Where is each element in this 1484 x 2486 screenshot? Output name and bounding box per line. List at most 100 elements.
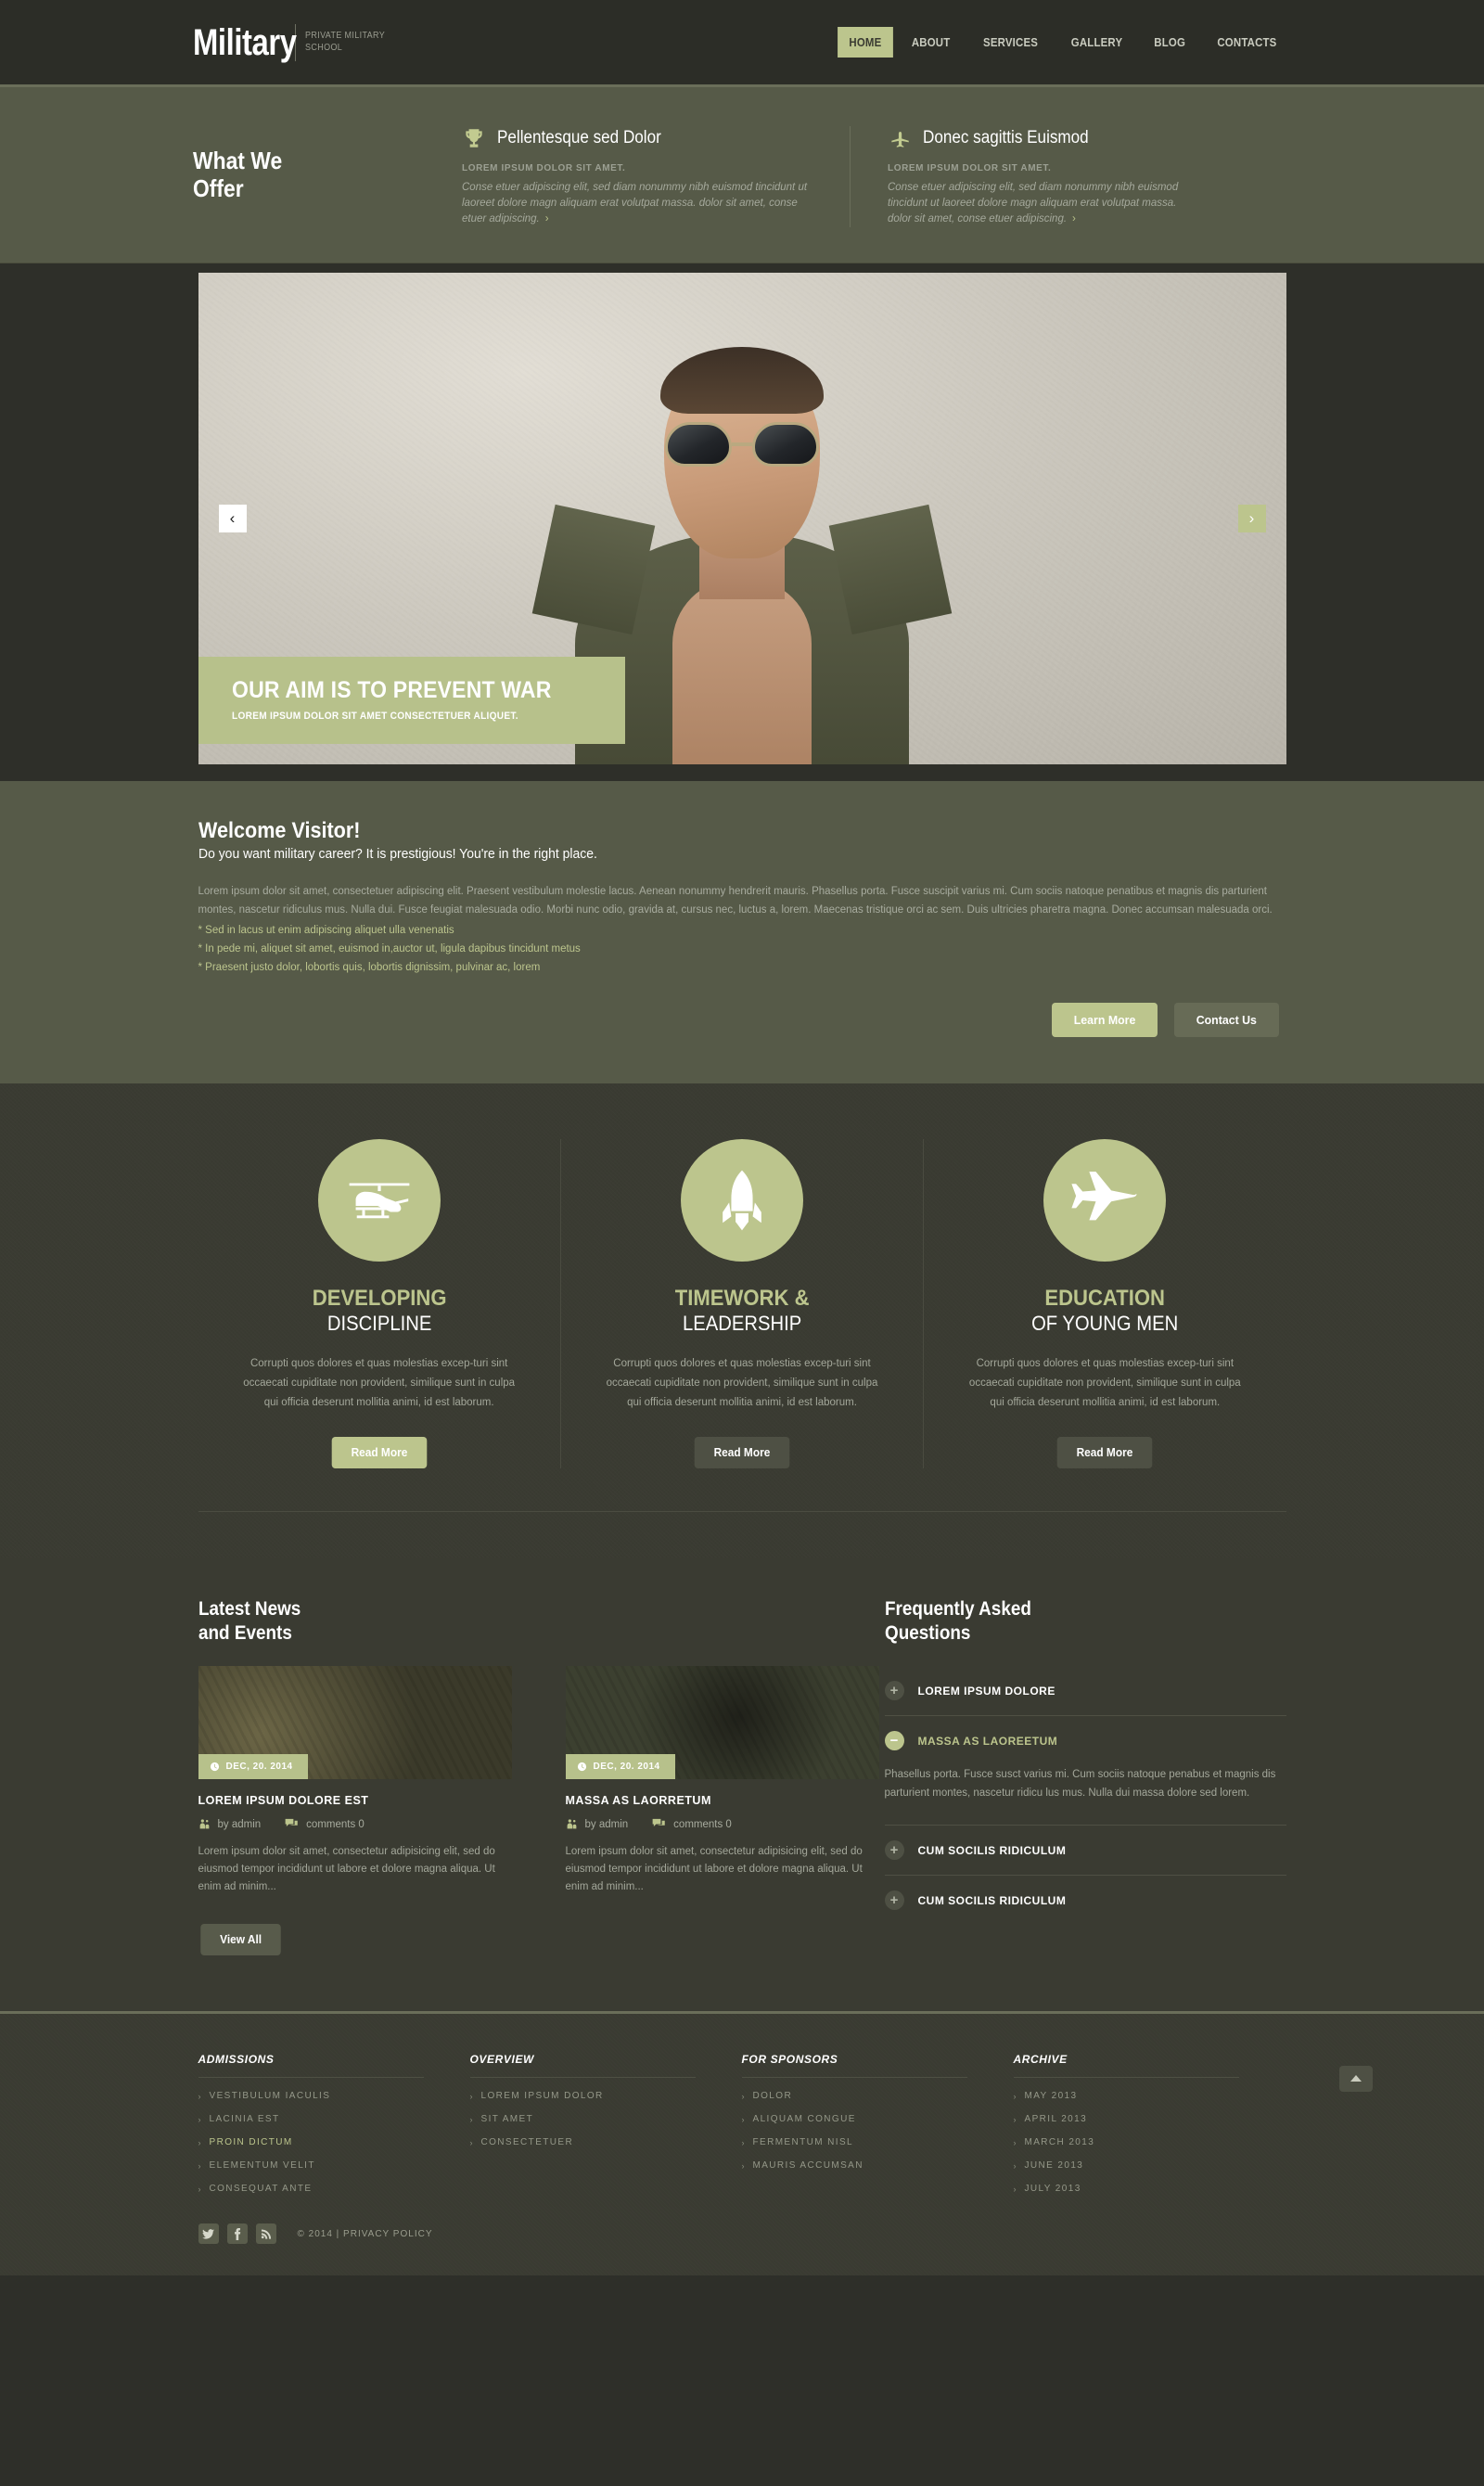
- welcome-bullet-1: * Sed in lacus ut enim adipiscing alique…: [198, 925, 454, 936]
- chevron-right-icon: ›: [469, 2114, 473, 2124]
- nav-item-gallery[interactable]: GALLERY: [1059, 27, 1133, 58]
- rocket-icon: [723, 1170, 761, 1231]
- faq-question-2[interactable]: − MASSA AS LAOREETUM: [884, 1716, 1286, 1765]
- feature-icon-circle-1: [317, 1139, 441, 1262]
- slider-caption-title: OUR AIM IS TO PREVENT WAR: [231, 677, 552, 703]
- feature-icon-circle-3: [1043, 1139, 1167, 1262]
- news-date-2: DEC, 20. 2014: [593, 1762, 660, 1772]
- footer-link-admissions-3[interactable]: › PROIN DICTUM: [198, 2137, 470, 2147]
- footer-link-archive-5[interactable]: › JULY 2013: [1014, 2184, 1286, 2194]
- footer-link-sponsors-4[interactable]: › MAURIS ACCUMSAN: [742, 2160, 1014, 2171]
- chevron-right-icon: ›: [198, 2184, 201, 2194]
- feature-read-more-1[interactable]: Read More: [331, 1437, 427, 1468]
- nav-item-about[interactable]: ABOUT: [901, 27, 962, 58]
- news-title-1[interactable]: LOREM IPSUM DOLORE EST: [198, 1794, 512, 1807]
- faq-question-3[interactable]: + CUM SOCILIS RIDICULUM: [884, 1826, 1286, 1875]
- welcome-button-row: Learn More Contact Us: [198, 1003, 1282, 1037]
- brand-logo[interactable]: Military PRIVATE MILITARY SCHOOL: [193, 23, 394, 61]
- footer-link-sponsors-2[interactable]: › ALIQUAM CONGUE: [742, 2114, 1014, 2124]
- news-title-2[interactable]: MASSA AS LAORRETUM: [566, 1794, 879, 1807]
- chevron-right-icon: ›: [469, 2137, 473, 2147]
- footer-link-label: SIT AMET: [480, 2114, 534, 2124]
- site-footer: ADMISSIONS › VESTIBULUM IACULIS › LACINIA …: [0, 2011, 1484, 2275]
- footer-link-admissions-1[interactable]: › VESTIBULUM IACULIS: [198, 2091, 470, 2101]
- author-icon: [567, 1819, 576, 1829]
- news-grid: DEC, 20. 2014 LOREM IPSUM DOLORE EST by …: [198, 1666, 879, 1896]
- news-comments-1: comments 0: [285, 1818, 365, 1830]
- chevron-right-icon: ›: [198, 2160, 201, 2171]
- social-link-twitter[interactable]: [198, 2223, 219, 2244]
- slider-next-arrow[interactable]: ›: [1237, 505, 1266, 532]
- footer-column-archive: ARCHIVE › MAY 2013 › APRIL 2013 › MARCH 201…: [1013, 2053, 1286, 2194]
- feature-read-more-3[interactable]: Read More: [1057, 1437, 1153, 1468]
- chevron-right-icon: ›: [741, 2114, 745, 2124]
- contact-us-button[interactable]: Contact Us: [1173, 1003, 1279, 1037]
- social-link-facebook[interactable]: [226, 2223, 248, 2244]
- main-navigation: HOME ABOUT SERVICES GALLERY BLOG CONTACT…: [834, 27, 1294, 58]
- faq-question-4[interactable]: + CUM SOCILIS RIDICULUM: [884, 1876, 1286, 1925]
- footer-link-archive-3[interactable]: › MARCH 2013: [1014, 2137, 1286, 2147]
- welcome-container: Welcome Visitor! Do you want military ca…: [198, 818, 1286, 1037]
- jet-icon: [1071, 1172, 1137, 1221]
- nav-item-contacts[interactable]: CONTACTS: [1206, 27, 1288, 58]
- news-thumbnail-2[interactable]: DEC, 20. 2014: [565, 1666, 879, 1779]
- offer-card-2-heading: Donec sagittis Euismod: [923, 128, 1089, 147]
- news-author-label-2: by admin: [584, 1818, 629, 1830]
- feature-title-3: EDUCATION: [1044, 1286, 1166, 1311]
- footer-link-label: CONSECTETUER: [480, 2137, 574, 2147]
- nav-item-services[interactable]: SERVICES: [971, 27, 1049, 58]
- nav-item-home[interactable]: HOME: [837, 27, 893, 58]
- footer-link-label: LACINIA EST: [209, 2114, 280, 2124]
- footer-link-archive-1[interactable]: › MAY 2013: [1014, 2091, 1286, 2101]
- footer-link-archive-2[interactable]: › APRIL 2013: [1014, 2114, 1286, 2124]
- offer-card-2-more-link[interactable]: ›: [1072, 213, 1076, 224]
- offer-card-2-text: Conse etuer adipiscing elit, sed diam no…: [888, 182, 1179, 224]
- news-meta-1: by admin comments 0: [198, 1818, 512, 1830]
- plus-icon[interactable]: +: [884, 1681, 904, 1700]
- trophy-icon: [466, 129, 482, 147]
- feature-title-2: TIMEWORK &: [674, 1286, 810, 1311]
- slider-caption: OUR AIM IS TO PREVENT WAR LOREM IPSUM DO…: [198, 657, 625, 744]
- faq-item-1: + LOREM IPSUM DOLORE: [884, 1666, 1286, 1716]
- feature-card-timework: TIMEWORK & LEADERSHIP Corrupti quos dolo…: [559, 1139, 923, 1468]
- chevron-right-icon: ›: [1013, 2114, 1017, 2124]
- footer-column-sponsors: FOR SPONSORS › DOLOR › ALIQUAM CONGUE › FER…: [741, 2053, 1014, 2194]
- footer-link-overview-1[interactable]: › LOREM IPSUM DOLOR: [470, 2091, 742, 2101]
- offer-card-2-body: Conse etuer adipiscing elit, sed diam no…: [888, 180, 1200, 227]
- offer-card-1-text: Conse etuer adipiscing elit, sed diam no…: [462, 182, 808, 224]
- site-header: Military PRIVATE MILITARY SCHOOL HOME AB…: [0, 0, 1484, 87]
- footer-link-admissions-5[interactable]: › CONSEQUAT ANTE: [198, 2184, 470, 2194]
- copyright-text[interactable]: © 2014 | PRIVACY POLICY: [298, 2229, 433, 2239]
- welcome-subtitle: Do you want military career? It is prest…: [198, 846, 597, 862]
- footer-link-label: DOLOR: [752, 2091, 793, 2101]
- scroll-to-top-button[interactable]: [1339, 2066, 1373, 2092]
- footer-link-admissions-4[interactable]: › ELEMENTUM VELIT: [198, 2160, 470, 2171]
- chevron-right-icon: ›: [198, 2091, 201, 2101]
- slider-prev-arrow[interactable]: ‹: [218, 505, 247, 532]
- social-link-rss[interactable]: [255, 2223, 276, 2244]
- nav-item-blog[interactable]: BLOG: [1143, 27, 1196, 58]
- news-meta-2: by admin comments 0: [566, 1818, 879, 1830]
- news-date-badge-2: DEC, 20. 2014: [565, 1754, 675, 1779]
- footer-link-label: MARCH 2013: [1024, 2137, 1095, 2147]
- learn-more-button[interactable]: Learn More: [1051, 1003, 1158, 1037]
- plus-icon[interactable]: +: [884, 1890, 904, 1910]
- plus-icon[interactable]: +: [884, 1840, 904, 1860]
- footer-link-sponsors-1[interactable]: › DOLOR: [742, 2091, 1014, 2101]
- news-author-1: by admin: [198, 1818, 261, 1830]
- chevron-right-icon: ›: [1013, 2184, 1017, 2194]
- offer-card-1-more-link[interactable]: ›: [545, 213, 549, 224]
- footer-link-overview-3[interactable]: › CONSECTETUER: [470, 2137, 742, 2147]
- offer-card-1-subheading: LOREM IPSUM DOLOR SIT AMET.: [462, 163, 626, 173]
- news-thumbnail-1[interactable]: DEC, 20. 2014: [198, 1666, 512, 1779]
- footer-link-sponsors-3[interactable]: › FERMENTUM NISL: [742, 2137, 1014, 2147]
- feature-read-more-2[interactable]: Read More: [694, 1437, 790, 1468]
- footer-link-admissions-2[interactable]: › LACINIA EST: [198, 2114, 470, 2124]
- faq-question-1[interactable]: + LOREM IPSUM DOLORE: [884, 1666, 1286, 1715]
- footer-link-archive-4[interactable]: › JUNE 2013: [1014, 2160, 1286, 2171]
- minus-icon[interactable]: −: [884, 1731, 904, 1750]
- news-item-2: DEC, 20. 2014 MASSA AS LAORRETUM by admi…: [565, 1666, 879, 1896]
- offer-card-2-header: Donec sagittis Euismod: [888, 126, 1200, 150]
- view-all-button[interactable]: View All: [199, 1924, 281, 1955]
- footer-link-overview-2[interactable]: › SIT AMET: [470, 2114, 742, 2124]
